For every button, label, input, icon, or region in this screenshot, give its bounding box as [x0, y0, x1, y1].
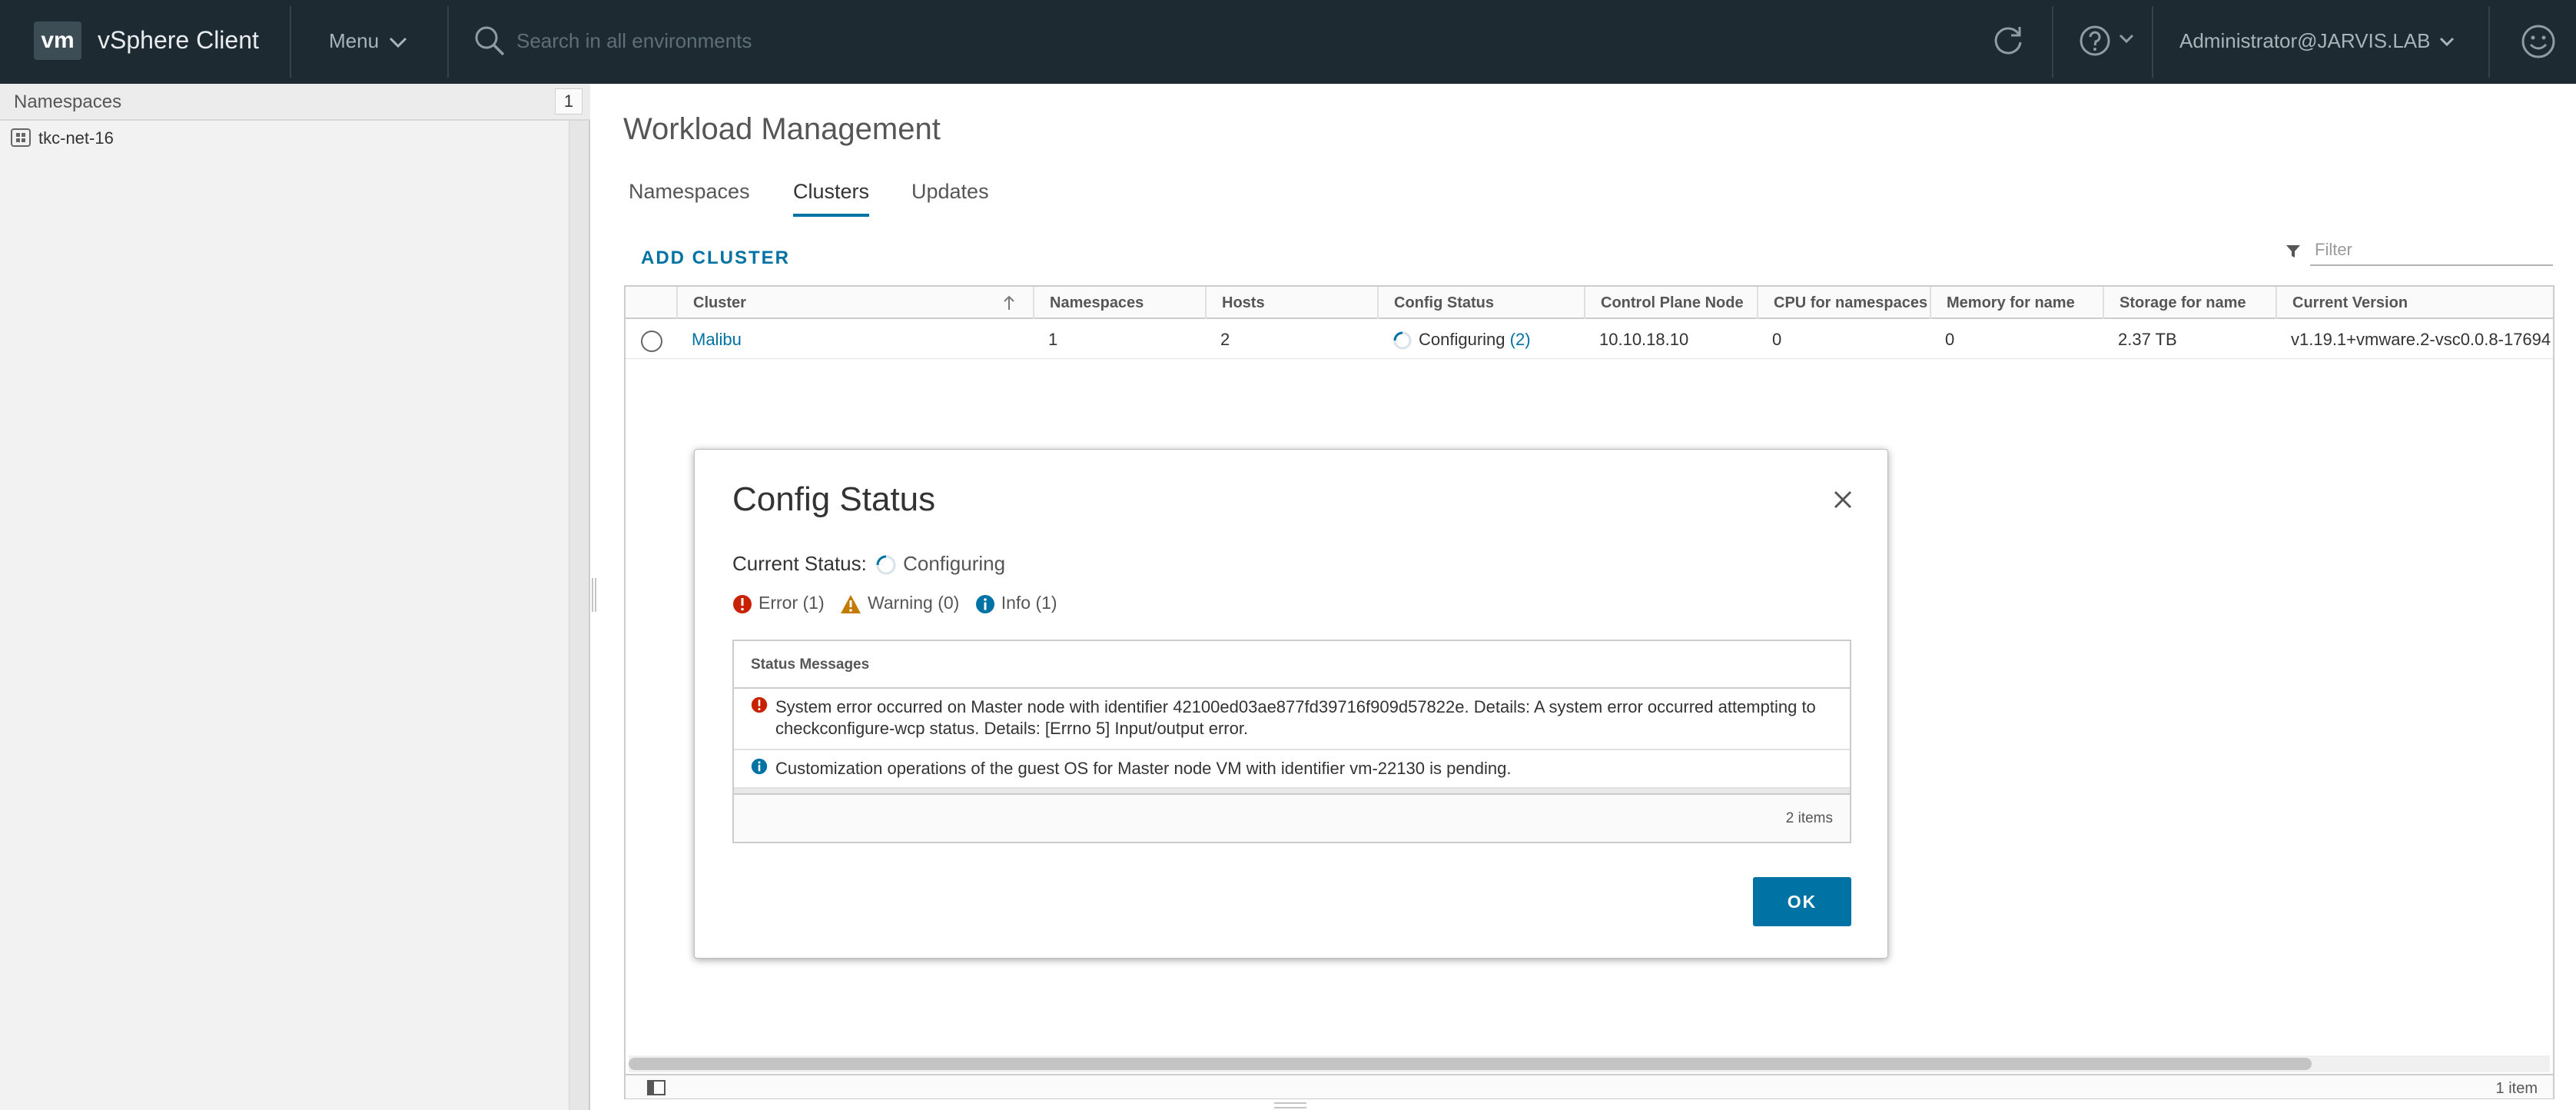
config-status-dialog: Config Status Current Status: Configurin…: [694, 449, 1888, 959]
dialog-title: Config Status: [732, 480, 936, 518]
warning-icon: [841, 594, 861, 613]
spinner-icon: [876, 555, 896, 575]
status-message-text: Customization operations of the guest OS…: [775, 759, 1512, 778]
error-icon: [733, 594, 752, 613]
ok-button[interactable]: OK: [1753, 877, 1851, 926]
current-status-label: Current Status:: [732, 552, 867, 575]
warning-count: Warning (0): [840, 593, 959, 614]
status-messages-header: Status Messages: [734, 641, 1850, 689]
status-message-text: System error occurred on Master node wit…: [775, 697, 1816, 738]
current-status: Current Status: Configuring: [732, 552, 1005, 576]
warning-count-label: Warning (0): [868, 593, 960, 613]
message-counts: Error (1) Warning (0) Info (1): [732, 593, 1068, 614]
info-count: Info (1): [975, 593, 1057, 614]
status-message-row: System error occurred on Master node wit…: [734, 689, 1850, 750]
info-count-label: Info (1): [1001, 593, 1057, 613]
error-count-label: Error (1): [759, 593, 825, 613]
error-count: Error (1): [732, 593, 825, 614]
error-icon: [751, 696, 768, 713]
messages-footer: 2 items: [734, 793, 1850, 842]
status-message-row: Customization operations of the guest OS…: [734, 750, 1850, 789]
messages-item-count: 2 items: [1785, 810, 1833, 826]
close-icon[interactable]: [1827, 484, 1858, 515]
info-icon: [975, 594, 994, 613]
status-messages-grid: Status Messages System error occurred on…: [732, 640, 1851, 843]
current-status-value: Configuring: [903, 552, 1006, 575]
info-icon: [751, 758, 768, 775]
